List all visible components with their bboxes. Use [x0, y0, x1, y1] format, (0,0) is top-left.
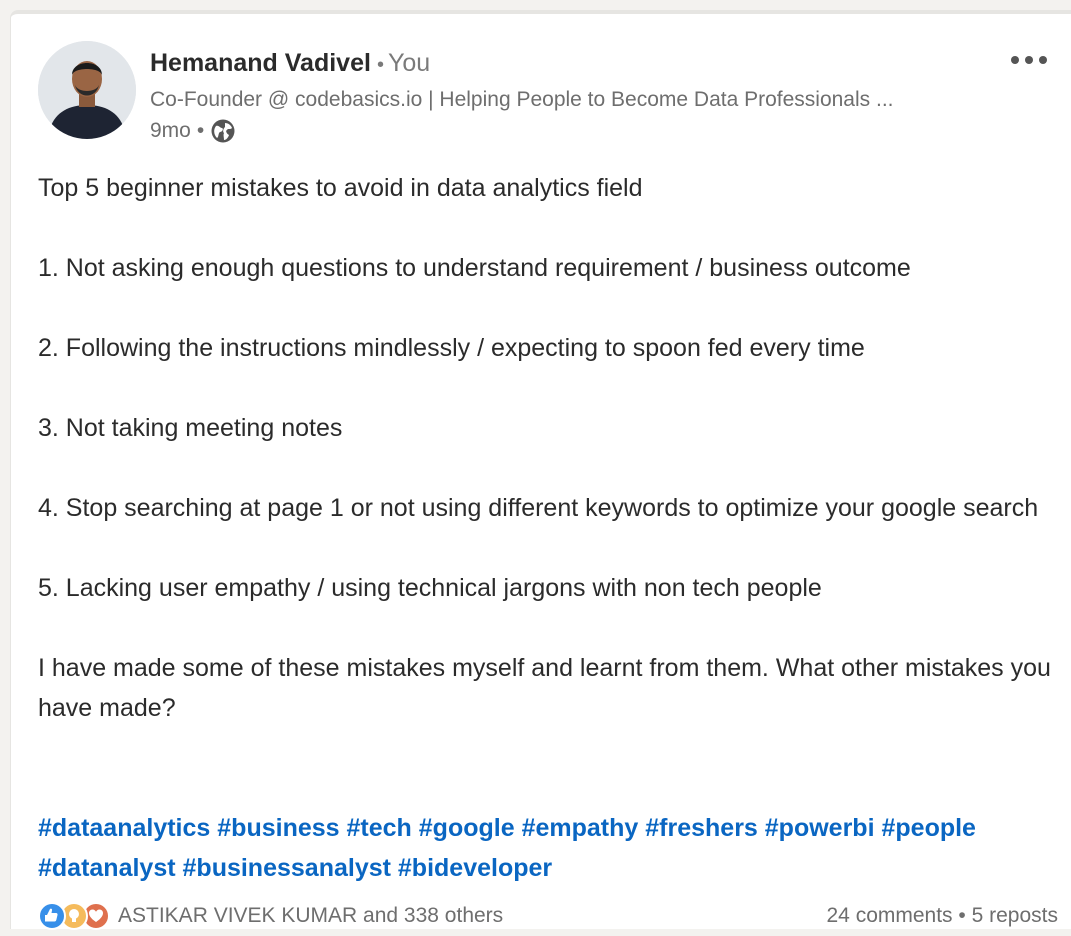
hashtag-link[interactable]: #freshers: [645, 814, 758, 842]
hashtag-list: #dataanalytics #business #tech #google #…: [38, 808, 1068, 888]
hashtag-link[interactable]: #bideveloper: [398, 854, 552, 882]
post-paragraph: Top 5 beginner mistakes to avoid in data…: [38, 174, 643, 202]
comments-count-link[interactable]: 24 comments: [827, 904, 953, 927]
actor-name[interactable]: Hemanand Vadivel: [150, 49, 371, 77]
more-dot: [1011, 56, 1019, 64]
reposts-count-link[interactable]: 5 reposts: [972, 904, 1058, 927]
post-paragraph: 1. Not asking enough questions to unders…: [38, 254, 911, 282]
actor-separator: •: [376, 54, 384, 76]
more-dot: [1025, 56, 1033, 64]
post-paragraph: 3. Not taking meeting notes: [38, 414, 343, 442]
hashtag-link[interactable]: #people: [881, 814, 975, 842]
hashtag-link[interactable]: #business: [217, 814, 339, 842]
hashtag-link[interactable]: #businessanalyst: [183, 854, 391, 882]
reactions-text: ASTIKAR VIVEK KUMAR and 338 others: [118, 904, 504, 927]
social-counts: ASTIKAR VIVEK KUMAR and 338 others 24 co…: [38, 902, 1058, 936]
post-time: 9mo: [150, 119, 191, 142]
like-icon: [38, 902, 66, 930]
post-meta: 9mo •: [150, 117, 236, 145]
post-card: Hemanand Vadivel • You Co-Founder @ codeba…: [10, 10, 1071, 930]
globe-icon: [210, 118, 236, 144]
hashtag-link[interactable]: #dataanalytics: [38, 814, 210, 842]
actor-relation: You: [387, 49, 431, 77]
hashtag-link[interactable]: #empathy: [522, 814, 639, 842]
actor-headline: Co-Founder @ codebasics.io | Helping Peo…: [150, 88, 894, 111]
avatar-photo: [38, 41, 136, 139]
avatar[interactable]: [38, 41, 136, 139]
actor-name-row: Hemanand Vadivel • You: [150, 47, 430, 81]
post-paragraph: 2. Following the instructions mindlessly…: [38, 334, 865, 362]
post-paragraph: 5. Lacking user empathy / using technica…: [38, 574, 822, 602]
more-options-button[interactable]: [999, 42, 1059, 78]
meta-separator: •: [196, 119, 205, 142]
post-paragraph: I have made some of these mistakes mysel…: [38, 654, 1051, 722]
reactions-summary[interactable]: ASTIKAR VIVEK KUMAR and 338 others: [38, 902, 503, 930]
hashtag-link[interactable]: #powerbi: [765, 814, 875, 842]
hashtag-link[interactable]: #datanalyst: [38, 854, 176, 882]
more-dot: [1039, 56, 1047, 64]
engagement-stats: 24 comments • 5 reposts: [827, 902, 1059, 930]
stats-separator: •: [958, 904, 966, 927]
post-paragraph: 4. Stop searching at page 1 or not using…: [38, 494, 1039, 522]
hashtag-link[interactable]: #tech: [347, 814, 412, 842]
hashtag-link[interactable]: #google: [419, 814, 515, 842]
post-text: Top 5 beginner mistakes to avoid in data…: [38, 168, 1058, 768]
